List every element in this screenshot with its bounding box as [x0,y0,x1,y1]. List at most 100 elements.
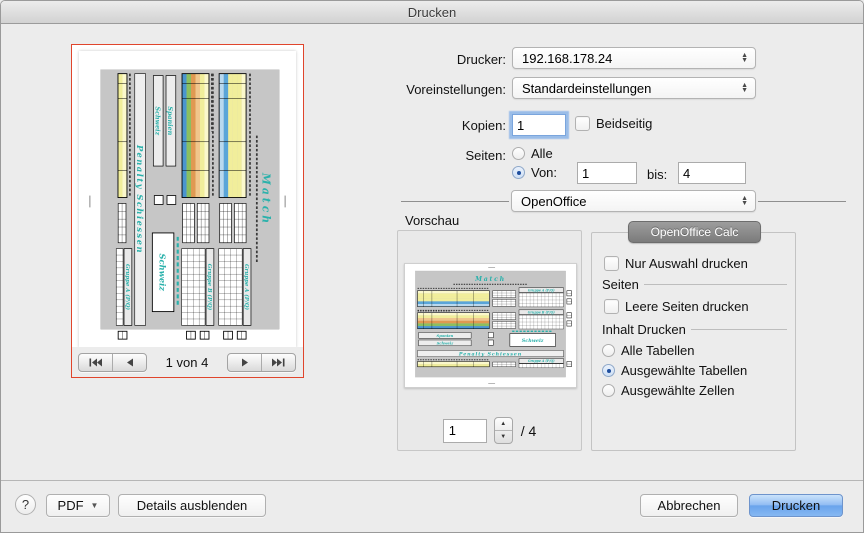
vorschau-page-stepper[interactable]: ▲▼ [494,417,513,444]
duplex-label: Beidseitig [596,116,652,131]
dropdown-arrows-icon: ▲▼ [741,53,755,63]
svg-text:Penalty Schiessen: Penalty Schiessen [135,144,145,254]
print-dialog: Drucken Match Gruppe A (P/Q) Gruppe B (P/Q… [0,0,864,533]
app-section-select[interactable]: OpenOffice ▲▼ [511,190,756,212]
pager-back-segment [78,353,147,372]
first-page-icon [89,358,102,367]
pages-from-label: Von: [531,165,557,180]
next-page-button[interactable] [228,354,261,371]
calc-options-group: Nur Auswahl drucken Seiten Leere Seiten … [591,232,796,451]
checkbox-box-icon [575,116,590,131]
copies-input[interactable] [512,114,566,136]
vorschau-page-row: ▲▼ / 4 [398,417,581,444]
pages-section-header: Seiten [602,277,787,292]
print-empty-pages-label: Leere Seiten drucken [625,299,749,314]
stepper-down-icon: ▼ [495,431,512,443]
print-label: Drucken [772,498,820,513]
caret-down-icon: ▼ [91,501,99,510]
radio-dot-icon [512,166,525,179]
content-section-header: Inhalt Drucken [602,322,787,337]
selected-tables-label: Ausgewählte Tabellen [621,363,747,378]
section-divider-right [758,201,846,202]
svg-text:Schweiz: Schweiz [437,340,454,345]
copies-label: Kopien: [381,118,506,133]
checkbox-box-icon [604,256,619,271]
pages-range-radio[interactable]: Von: [512,165,557,180]
first-page-button[interactable] [79,354,112,371]
vorschau-page-input[interactable] [443,419,487,443]
section-rule [644,284,787,285]
pages-to-label: bis: [647,167,667,182]
radio-dot-icon [602,384,615,397]
dialog-title: Drucken [408,5,456,20]
stepper-up-icon: ▲ [495,418,512,431]
svg-text:Spanien: Spanien [437,333,454,338]
print-empty-pages-checkbox[interactable]: Leere Seiten drucken [604,299,749,314]
cancel-button[interactable]: Abbrechen [640,494,738,517]
sheet-preview-svg: Match Gruppe A (P/Q) Gruppe B (P/Q) Spanien… [84,52,291,347]
svg-text:Schweiz: Schweiz [158,253,168,291]
svg-text:Spanien: Spanien [166,106,174,135]
print-selection-only-label: Nur Auswahl drucken [625,256,748,271]
preview-pager: 1 von 4 [72,347,303,377]
pages-all-radio[interactable]: Alle [512,146,553,161]
hide-details-button[interactable]: Details ausblenden [118,494,266,517]
presets-select[interactable]: Standardeinstellungen ▲▼ [512,77,756,99]
vorschau-page-thumbnail: Match Gruppe A (P/Q) Gruppe B (P/Q) Spanien… [404,263,577,388]
printer-label: Drucker: [381,52,506,67]
print-button[interactable]: Drucken [749,494,843,517]
radio-dot-icon [602,364,615,377]
svg-text:Penalty Schiessen: Penalty Schiessen [458,351,522,357]
printer-select[interactable]: 192.168.178.24 ▲▼ [512,47,756,69]
svg-text:Gruppe B (P/Q): Gruppe B (P/Q) [528,310,555,314]
vorschau-label: Vorschau [405,213,459,228]
previous-page-button[interactable] [112,354,146,371]
svg-text:Gruppe A (P/Q): Gruppe A (P/Q) [528,288,555,292]
title-bar: Drucken [1,1,863,24]
svg-text:Match: Match [260,172,273,226]
svg-text:Schweiz: Schweiz [522,338,544,344]
preview-page-thumbnail: Match Gruppe A (P/Q) Gruppe B (P/Q) Spanien… [79,51,296,348]
pages-label: Seiten: [381,148,506,163]
svg-text:Gruppe A (P/Q): Gruppe A (P/Q) [124,264,131,311]
cancel-label: Abbrechen [658,498,721,513]
svg-text:Gruppe A (P/Q): Gruppe A (P/Q) [528,359,555,363]
radio-dot-icon [602,344,615,357]
pages-section-label: Seiten [602,277,639,292]
svg-text:Gruppe A (P/Q): Gruppe A (P/Q) [243,264,250,311]
duplex-checkbox[interactable]: Beidseitig [575,116,652,131]
footer-bar: ? PDF ▼ Details ausblenden Abbrechen Dru… [1,481,863,532]
help-label: ? [22,497,29,512]
content-section-label: Inhalt Drucken [602,322,686,337]
selected-cells-radio[interactable]: Ausgewählte Zellen [602,383,734,398]
radio-dot-icon [512,147,525,160]
page-to-input[interactable] [678,162,746,184]
print-selection-only-checkbox[interactable]: Nur Auswahl drucken [604,256,748,271]
pdf-label: PDF [58,498,84,513]
app-section-value: OpenOffice [512,194,587,209]
selected-tables-radio[interactable]: Ausgewählte Tabellen [602,363,747,378]
pages-all-label: Alle [531,146,553,161]
selected-cells-label: Ausgewählte Zellen [621,383,734,398]
presets-label: Voreinstellungen: [381,82,506,97]
last-page-button[interactable] [261,354,295,371]
calc-group-title: OpenOffice Calc [651,225,739,239]
next-page-icon [241,358,249,367]
checkbox-box-icon [604,299,619,314]
dropdown-arrows-icon: ▲▼ [741,83,755,93]
page-status: 1 von 4 [147,355,227,370]
svg-text:Gruppe B (P/Q): Gruppe B (P/Q) [206,264,213,311]
all-tables-radio[interactable]: Alle Tabellen [602,343,694,358]
pdf-menu-button[interactable]: PDF ▼ [46,494,110,517]
previous-page-icon [126,358,134,367]
calc-group-tab: OpenOffice Calc [628,221,761,243]
hide-details-label: Details ausblenden [137,498,248,513]
page-preview-frame: Match Gruppe A (P/Q) Gruppe B (P/Q) Spanien… [71,44,304,378]
vorschau-panel: Match Gruppe A (P/Q) Gruppe B (P/Q) Spanien… [397,230,582,451]
help-button[interactable]: ? [15,494,36,515]
rotated-sheet-holder: Match Gruppe A (P/Q) Gruppe B (P/Q) Spanien… [84,52,291,347]
presets-value: Standardeinstellungen [513,81,651,96]
svg-text:Match: Match [474,276,506,283]
page-from-input[interactable] [577,162,637,184]
section-divider-left [401,201,509,202]
